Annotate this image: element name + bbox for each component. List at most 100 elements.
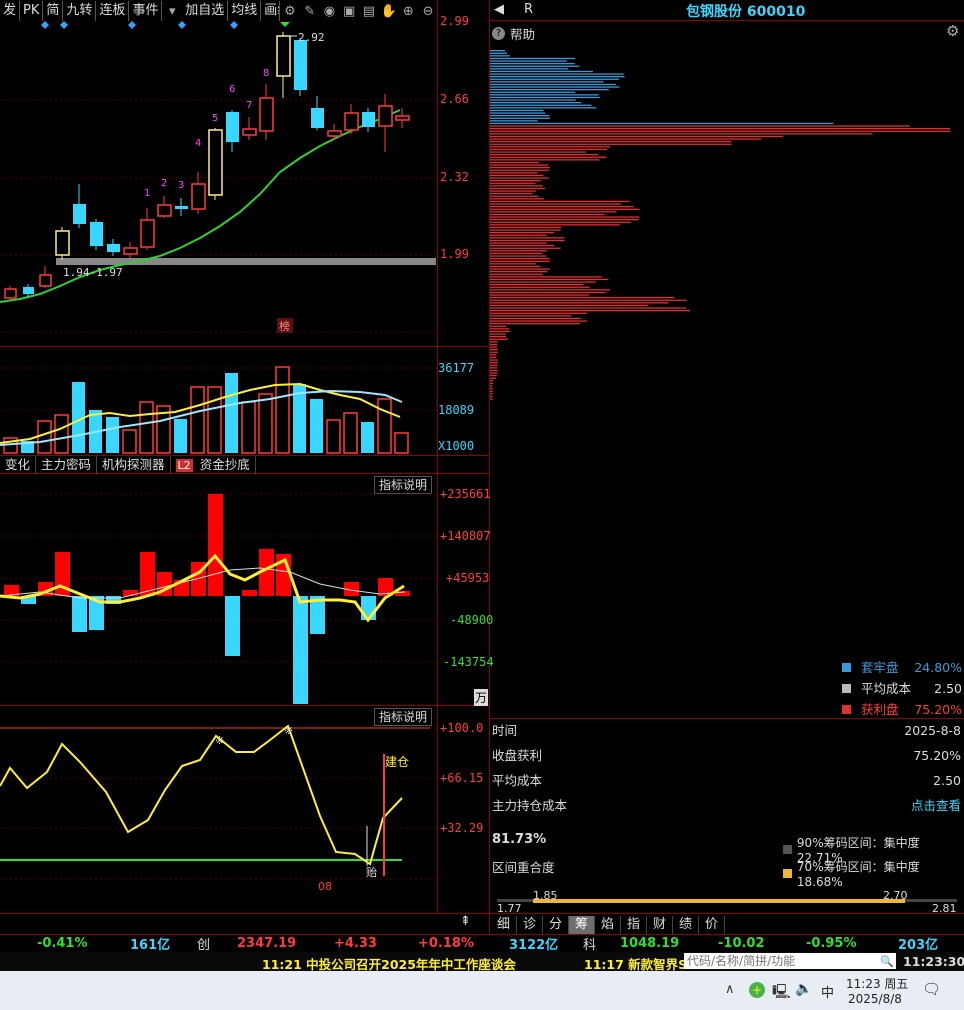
tab-chou[interactable]: 筹 [569,916,595,934]
toolbar-button-shijian[interactable]: 事件 [129,1,163,21]
notification-icon[interactable]: 🗨 [922,980,941,998]
chip-bar [490,78,620,80]
volume-bar [326,419,341,454]
fund-flow-chart[interactable] [0,474,437,705]
support-band [56,258,436,265]
back-icon[interactable]: ◀ [494,2,504,17]
chip-bar [490,302,669,304]
chip-bar [490,117,550,119]
taskbar-time[interactable]: 11:23 周五 [846,975,908,992]
settings-icon[interactable]: ⚙ [280,4,300,19]
tab-zhen[interactable]: 诊 [517,916,543,934]
chip-bar [490,221,631,223]
l2-badge: L2 [175,459,193,472]
chip-bar [490,380,493,382]
chip-bar [490,377,497,379]
market-value: -0.41% [37,935,88,951]
tab-zhi[interactable]: 指 [621,916,647,934]
range-low: 1.77 [497,902,522,915]
lock-icon[interactable]: ▤ [359,4,379,19]
chip-bar [490,86,620,88]
ime-indicator[interactable]: 中 [821,982,834,1001]
chip-bar [490,351,498,353]
toolbar-button-draw[interactable]: 画线 [261,1,281,21]
tab-bianhua[interactable]: 变化 [0,456,37,474]
market-value: 3122亿 [509,937,559,953]
position-chart[interactable]: 建仓 贻 08 ※ ※ [0,706,437,913]
tab-yan[interactable]: 焰 [595,916,621,934]
volume-bar [139,401,154,454]
market-label: 科 [583,937,597,953]
tab-xi[interactable]: 细 [491,916,517,934]
chip-bar [490,284,584,286]
candle [362,112,375,127]
pen-icon[interactable]: ✎ [300,4,320,19]
chip-bar [490,146,610,148]
price-axis-label: 1.99 [440,247,469,261]
range-bar-fill [533,899,905,903]
info-row-avg-cost: 平均成本 2.50 [492,773,961,788]
zoom-in-icon[interactable]: ⊕ [398,4,418,19]
chip-bar [490,52,508,54]
tray-chevron-up-icon[interactable]: ∧ [725,982,735,997]
tab-l2-badge[interactable]: L2 [171,456,195,474]
chip-bar [490,245,555,247]
eye-icon[interactable]: ◉ [320,4,340,19]
chip-bar [490,356,497,359]
view-main-cost-link[interactable]: 点击查看 [911,793,961,818]
toolbar-button-lianban[interactable]: 连板 [96,1,130,21]
taskbar-date[interactable]: 2025/8/8 [848,992,902,1006]
chip-bar [490,148,608,151]
toolbar-button-fa[interactable]: 发 [0,1,21,21]
tab-ji[interactable]: 绩 [673,916,699,934]
search-input[interactable] [684,954,880,968]
toolbar-button-ma[interactable]: 均线 [228,1,262,21]
range-inner-low: 1.85 [533,889,558,902]
bag-icon[interactable]: ▣ [339,4,359,19]
chip-bar [490,382,493,385]
tab-zhuli-mima[interactable]: 主力密码 [36,456,98,474]
toolbar-button-jiuzhuan[interactable]: 九转 [63,1,97,21]
tab-zijin-chaodi[interactable]: 资金抄底 [195,456,256,474]
toolbar-button-pk[interactable]: PK [20,1,44,21]
candle [208,129,223,196]
ind1-axis-label: -143754 [443,655,494,669]
candle [276,35,291,77]
chip-bar [490,102,582,104]
chip-distribution-chart [490,50,950,400]
gear-icon[interactable]: ⚙ [946,22,959,40]
flow-bar [72,596,87,632]
toolbar-button-jian[interactable]: 简 [43,1,64,21]
network-icon[interactable]: 🖳 [772,981,791,1005]
search-box[interactable]: 🔍 [684,953,896,969]
tab-fen[interactable]: 分 [543,916,569,934]
zoom-out-icon[interactable]: ⊖ [418,4,438,19]
search-icon[interactable]: 🔍 [880,955,894,968]
chip-bar [490,317,582,320]
count-label: 3 [178,180,184,191]
tab-cai[interactable]: 财 [647,916,673,934]
price-axis-label: 2.99 [440,14,469,28]
tab-jia[interactable]: 价 [699,916,725,934]
volume-icon[interactable]: 🔈 [795,981,812,997]
tray-app-icon[interactable]: + [749,982,765,998]
volume-chart[interactable] [0,347,437,455]
price-chart[interactable]: 1 2 3 4 5 6 7 8 2.92 1.94-1.97 榜 [0,22,437,346]
chip-bar [490,271,548,273]
chip-bar [490,138,761,140]
expand-up-icon[interactable]: ⇞ [460,914,471,929]
concentration-pct: 81.73% [492,832,547,847]
vol-axis-label: 18089 [438,403,475,417]
chip-bar [490,385,493,387]
chip-bar [490,94,599,96]
toolbar-button-add-watchlist[interactable]: 加自选 [182,1,229,21]
date-axis-label: 08 [318,880,332,893]
market-value: +4.33 [334,935,377,951]
chip-bar [490,255,547,257]
chip-bar [490,346,498,348]
chip-bar [490,104,592,106]
hand-icon[interactable]: ✋ [379,4,399,19]
tab-jigou-tanceqi[interactable]: 机构探测器 [97,456,171,474]
dropdown-icon[interactable]: ▾ [162,4,182,19]
position-line [0,724,403,866]
